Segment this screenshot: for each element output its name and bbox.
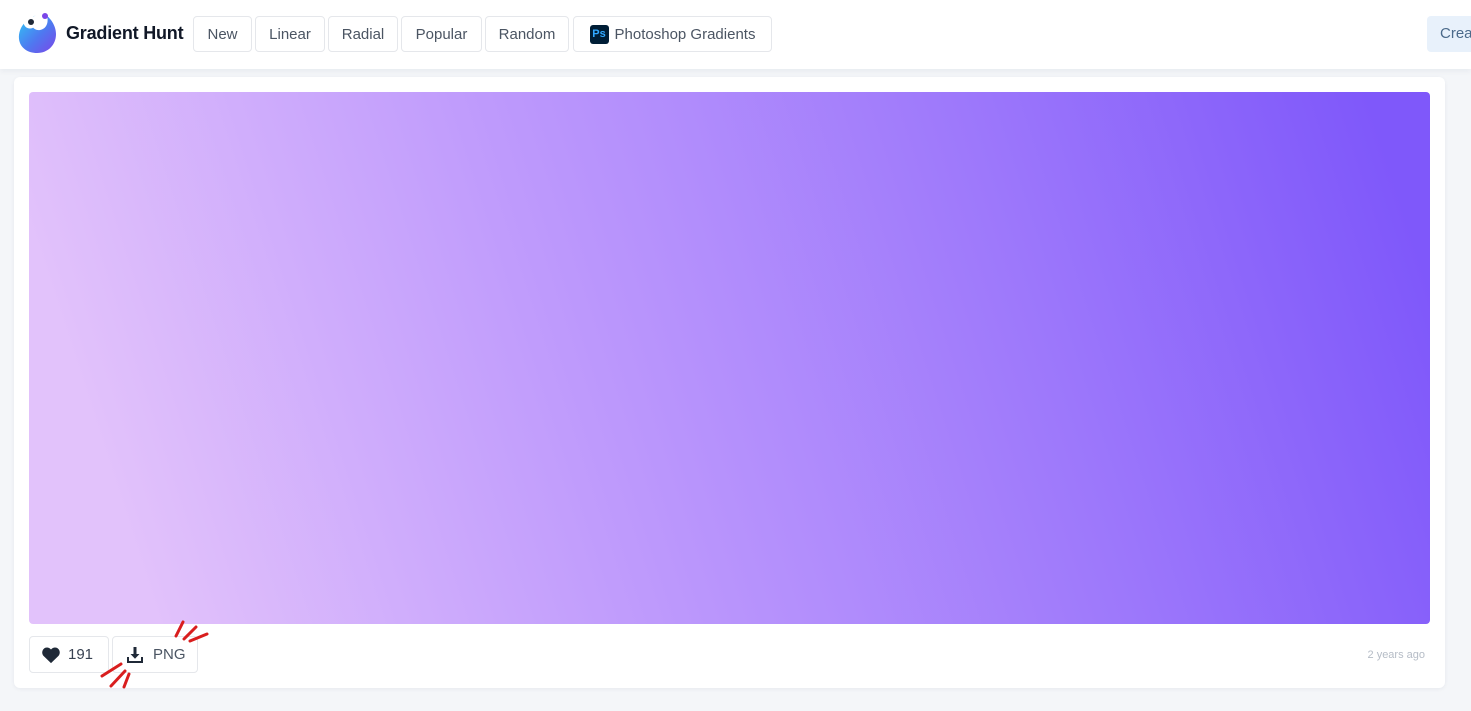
gradient-card: 191 PNG 2 years ago [14, 77, 1445, 688]
gradient-hunt-logo-icon[interactable] [16, 12, 58, 54]
download-icon [127, 646, 143, 663]
nav-photoshop-gradients-label: Photoshop Gradients [614, 25, 756, 43]
nav-new-label: New [207, 25, 238, 43]
photoshop-icon: Ps [589, 24, 609, 44]
timestamp: 2 years ago [1367, 649, 1425, 661]
nav-radial[interactable]: Radial [328, 16, 398, 52]
nav-radial-label: Radial [341, 25, 385, 43]
top-header: Gradient Hunt New Linear Radial Popular … [0, 0, 1471, 69]
nav-popular-label: Popular [415, 25, 468, 43]
nav-random[interactable]: Random [485, 16, 569, 52]
heart-icon [42, 647, 60, 663]
nav-random-label: Random [498, 25, 556, 43]
brand-title[interactable]: Gradient Hunt [66, 23, 184, 44]
nav-linear[interactable]: Linear [255, 16, 325, 52]
nav-popular[interactable]: Popular [401, 16, 482, 52]
nav-linear-label: Linear [269, 25, 311, 43]
create-button[interactable]: Crea [1427, 16, 1471, 52]
gradient-preview[interactable] [29, 92, 1430, 624]
download-png-button[interactable]: PNG [112, 636, 198, 673]
download-label: PNG [153, 646, 186, 663]
like-button[interactable]: 191 [29, 636, 109, 673]
nav-photoshop-gradients[interactable]: Ps Photoshop Gradients [573, 16, 772, 52]
nav-new[interactable]: New [193, 16, 252, 52]
like-count: 191 [68, 646, 94, 663]
